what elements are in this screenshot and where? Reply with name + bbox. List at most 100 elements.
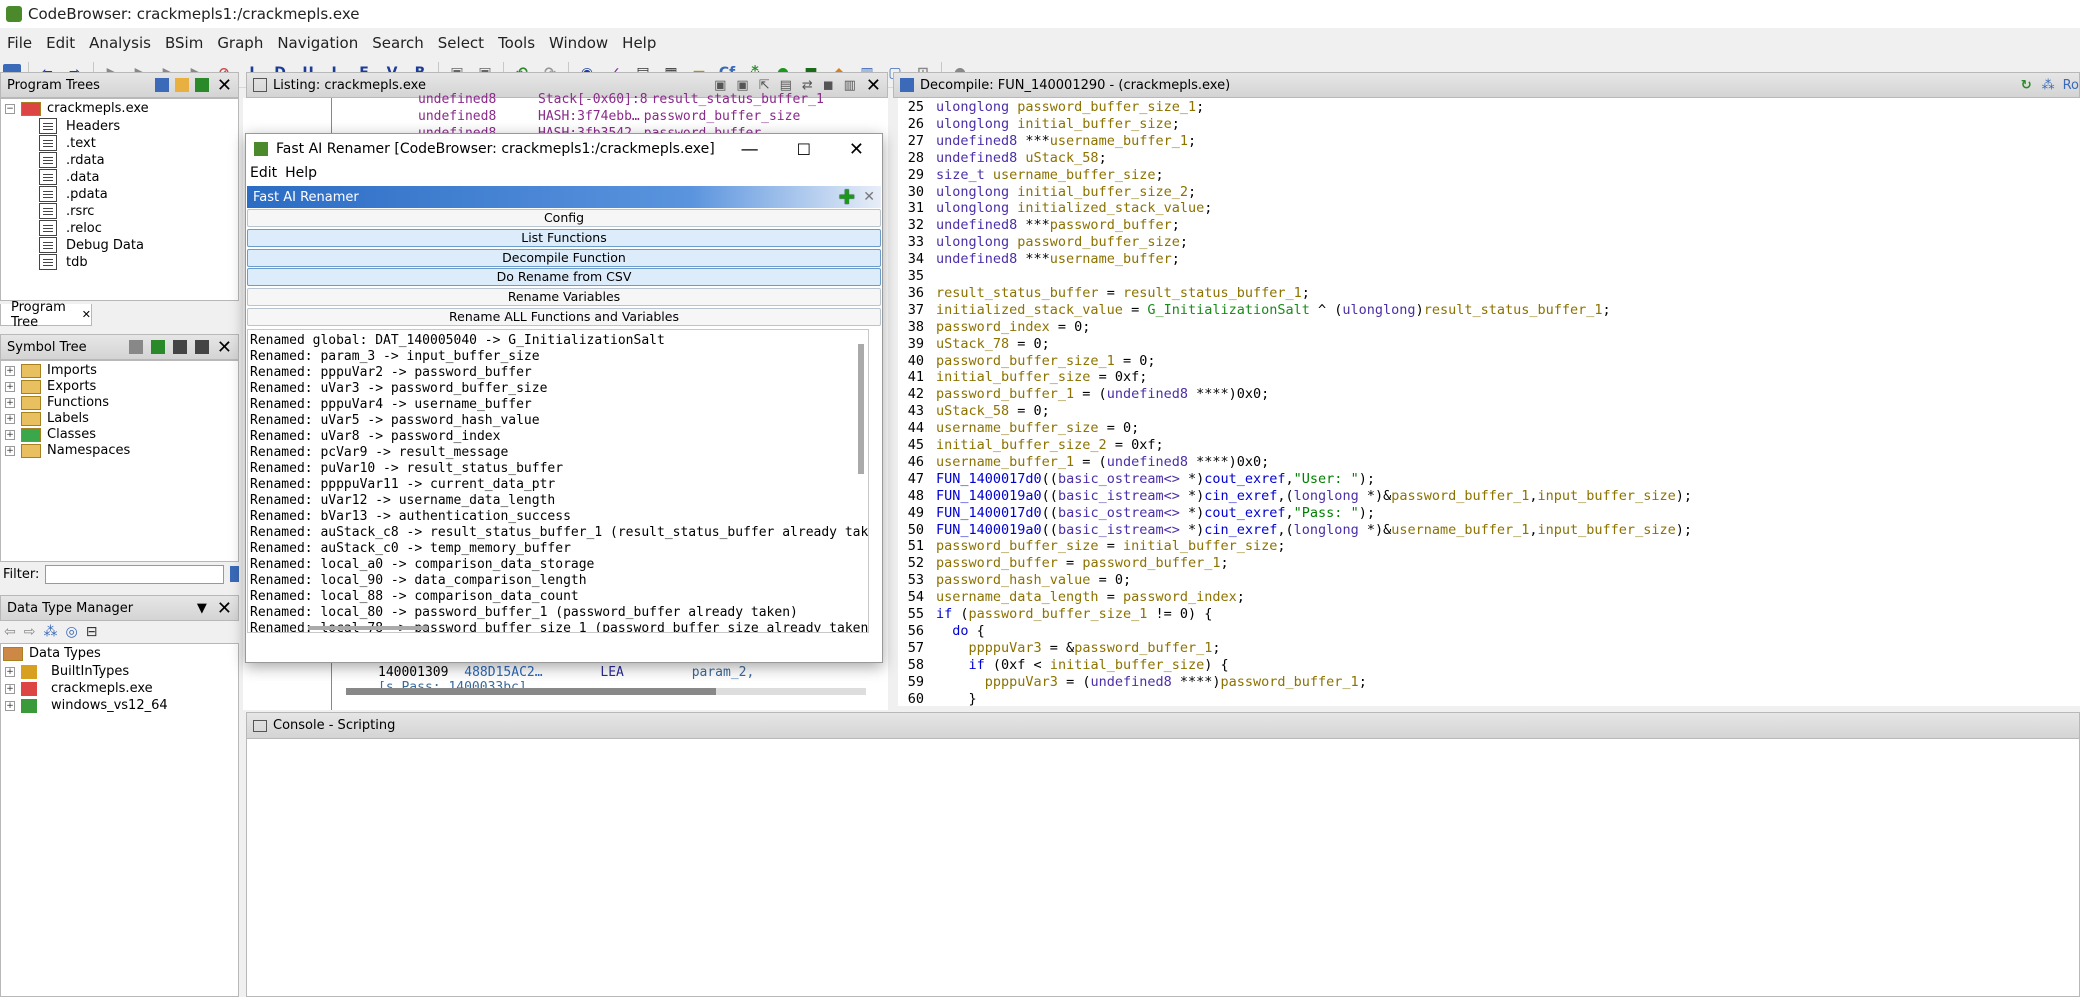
collapse-icon[interactable]: −: [5, 103, 15, 114]
program-tree-item[interactable]: .data: [39, 169, 99, 185]
expand-icon[interactable]: +: [5, 445, 15, 456]
menu-item-graph[interactable]: Graph: [210, 34, 270, 52]
symbol-tree-item[interactable]: + Exports: [5, 379, 96, 394]
filter-options-icon[interactable]: [230, 566, 239, 582]
delete-icon[interactable]: [194, 340, 209, 354]
minimize-icon[interactable]: —: [741, 139, 759, 160]
menu-item-window[interactable]: Window: [542, 34, 615, 52]
dialog-menu-edit[interactable]: Edit: [246, 165, 281, 181]
expand-icon[interactable]: +: [5, 365, 15, 376]
code-text: ulonglong password_buffer_size;: [936, 234, 1188, 251]
back-icon[interactable]: ⇦: [4, 624, 16, 640]
symbol-tree-item[interactable]: + Functions: [5, 395, 109, 410]
filter-input[interactable]: [45, 564, 225, 584]
menu-item-bsim[interactable]: BSim: [158, 34, 210, 52]
menu-item-analysis[interactable]: Analysis: [82, 34, 158, 52]
data-type-archive[interactable]: + BuiltInTypes: [5, 664, 129, 679]
symbol-tree-item[interactable]: + Imports: [5, 363, 97, 378]
expand-icon[interactable]: +: [5, 683, 15, 694]
collapse-all-icon[interactable]: ⊟: [86, 624, 98, 640]
paste-icon[interactable]: ▣: [736, 78, 748, 93]
program-tree-item[interactable]: Headers: [39, 118, 120, 134]
symbol-tree-item-label: Exports: [47, 379, 97, 394]
config-button[interactable]: Config: [247, 209, 881, 227]
symbol-tree-item[interactable]: + Labels: [5, 411, 89, 426]
code-text: ppppuVar3 = &password_buffer_1;: [968, 639, 1221, 656]
program-tree-item[interactable]: .rsrc: [39, 203, 94, 219]
graph-icon[interactable]: ⁂: [2042, 78, 2055, 93]
expand-icon[interactable]: +: [5, 666, 15, 677]
menu-item-search[interactable]: Search: [365, 34, 431, 52]
cursor-icon[interactable]: ⇱: [759, 78, 770, 93]
line-number: 51: [907, 538, 924, 555]
expand-icon[interactable]: +: [5, 381, 15, 392]
code-text: ppppuVar3 = (undefined8 ****)password_bu…: [984, 673, 1367, 690]
sync-icon[interactable]: ◎: [65, 624, 77, 640]
data-types-root[interactable]: Data Types: [3, 646, 101, 661]
listing-hscroll[interactable]: [346, 688, 866, 695]
log-hscroll[interactable]: [308, 626, 428, 630]
menu-item-help[interactable]: Help: [615, 34, 663, 52]
data-type-archive[interactable]: + crackmepls.exe: [5, 681, 153, 696]
program-tree-item[interactable]: .pdata: [39, 186, 108, 202]
window-title: CodeBrowser: crackmepls1:/crackmepls.exe: [28, 5, 360, 23]
close-icon[interactable]: ✕: [849, 139, 864, 160]
program-tree-item[interactable]: .reloc: [39, 220, 102, 236]
snapshot-icon[interactable]: ◼: [823, 78, 834, 93]
rename-all-button[interactable]: Rename ALL Functions and Variables: [247, 308, 881, 326]
create-namespace-icon[interactable]: [128, 340, 143, 354]
rename-log[interactable]: Renamed global: DAT_140005040 -> G_Initi…: [247, 329, 869, 633]
menu-item-tools[interactable]: Tools: [491, 34, 542, 52]
refresh-icon[interactable]: ↻: [2021, 78, 2032, 93]
line-number: 56: [907, 622, 924, 639]
program-tree-item[interactable]: .text: [39, 135, 96, 151]
decompile-function-button[interactable]: Decompile Function: [247, 248, 881, 267]
copy-icon[interactable]: ▣: [714, 78, 726, 93]
program-root[interactable]: − crackmepls.exe: [5, 101, 149, 116]
menu-item-navigation[interactable]: Navigation: [270, 34, 365, 52]
console-icon: [253, 719, 267, 732]
add-icon[interactable]: ✚: [839, 185, 856, 209]
type-icon[interactable]: ⁂: [43, 624, 57, 640]
close-icon[interactable]: ✕: [863, 189, 875, 205]
menu-item-file[interactable]: File: [0, 34, 39, 52]
tab-program-tree[interactable]: Program Tree ✕: [0, 300, 92, 330]
close-tab-icon[interactable]: ✕: [82, 308, 91, 321]
expand-icon[interactable]: +: [5, 700, 15, 711]
program-tree-item[interactable]: .rdata: [39, 152, 105, 168]
decompile-icon: [900, 78, 914, 92]
layout-icon[interactable]: ▥: [844, 78, 856, 93]
expand-icon[interactable]: +: [5, 397, 15, 408]
symbol-tree-item[interactable]: + Namespaces: [5, 443, 130, 458]
close-icon[interactable]: ✕: [217, 75, 232, 96]
overflow-label[interactable]: Ro: [2063, 78, 2079, 93]
forward-icon[interactable]: ⇨: [24, 624, 36, 640]
code-line: 43 uStack_58 = 0;: [898, 403, 1050, 420]
field-icon[interactable]: ▤: [780, 78, 792, 93]
close-icon[interactable]: ✕: [217, 598, 232, 619]
refresh-icon[interactable]: [194, 78, 209, 92]
decompile-code-view[interactable]: 25 ulonglong password_buffer_size_1; 26 ulo…: [898, 98, 2080, 706]
open-folder-icon[interactable]: [174, 78, 189, 92]
close-icon[interactable]: ✕: [217, 337, 232, 358]
log-vscroll[interactable]: [858, 344, 864, 474]
data-type-archive[interactable]: + windows_vs12_64: [5, 698, 168, 713]
maximize-icon[interactable]: ☐: [797, 140, 811, 159]
expand-icon[interactable]: +: [5, 413, 15, 424]
program-tree-item[interactable]: tdb: [39, 254, 88, 270]
diff-icon[interactable]: ⇄: [802, 78, 813, 93]
create-class-icon[interactable]: [150, 340, 165, 354]
expand-icon[interactable]: +: [5, 429, 15, 440]
export-icon[interactable]: [172, 340, 187, 354]
dropdown-icon[interactable]: ▼: [197, 601, 207, 616]
rename-variables-button[interactable]: Rename Variables: [247, 288, 881, 307]
program-tree-item[interactable]: Debug Data: [39, 237, 144, 253]
rename-from-csv-button[interactable]: Do Rename from CSV: [247, 268, 881, 287]
menu-item-edit[interactable]: Edit: [39, 34, 82, 52]
menu-item-select[interactable]: Select: [431, 34, 491, 52]
list-functions-button[interactable]: List Functions: [247, 228, 881, 247]
dialog-menu-help[interactable]: Help: [281, 165, 321, 181]
new-tree-icon[interactable]: [154, 78, 169, 92]
close-icon[interactable]: ✕: [866, 75, 881, 96]
symbol-tree-item[interactable]: + Classes: [5, 427, 96, 442]
